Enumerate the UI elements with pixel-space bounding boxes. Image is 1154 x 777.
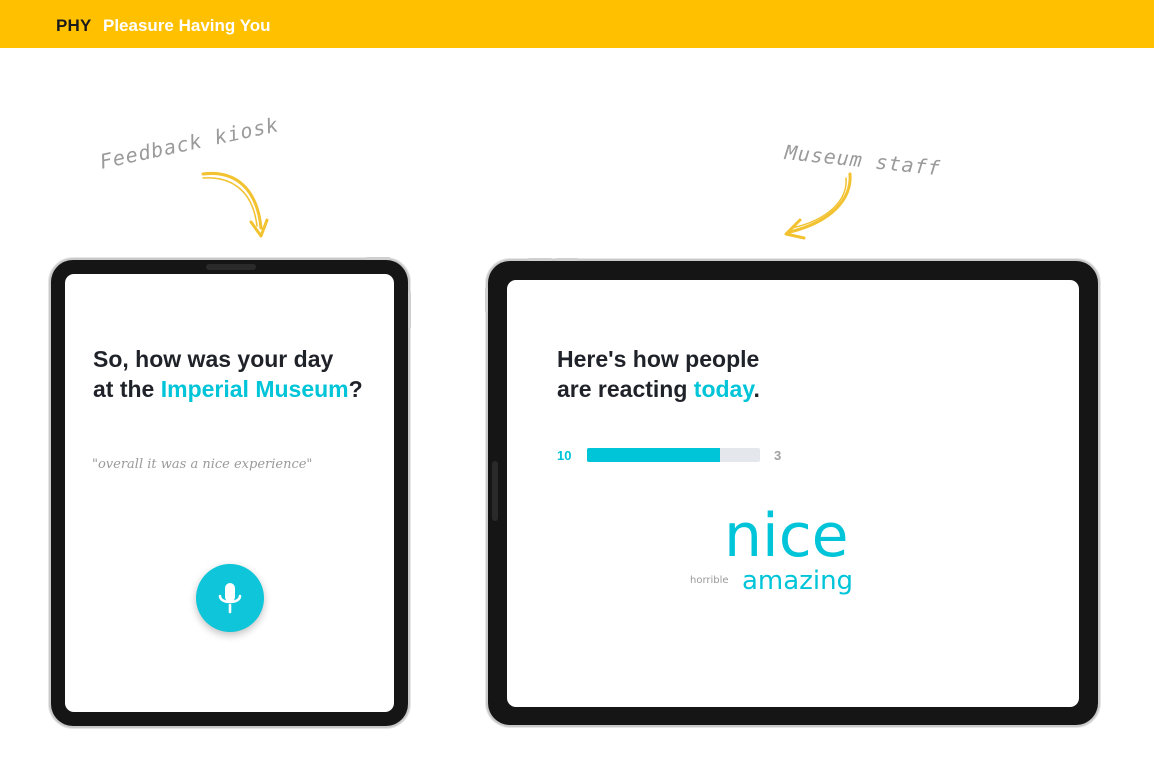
top-navbar: PHY Pleasure Having You xyxy=(0,0,1154,48)
negative-count: 3 xyxy=(774,448,782,463)
word-cloud-term: nice xyxy=(724,501,849,571)
kiosk-top-button xyxy=(366,257,390,260)
microphone-button[interactable] xyxy=(196,564,264,632)
staff-top-button xyxy=(528,258,552,261)
museum-name: Imperial Museum xyxy=(160,376,349,402)
sentiment-bar-fill xyxy=(587,448,721,462)
kiosk-screen: So, how was your day at the Imperial Mus… xyxy=(65,274,394,712)
camera-icon xyxy=(206,264,256,270)
kiosk-tablet: So, how was your day at the Imperial Mus… xyxy=(51,260,408,726)
transcription-quote: "overall it was a nice experience" xyxy=(92,457,313,472)
title-suffix: . xyxy=(753,376,760,402)
staff-side-button xyxy=(485,288,488,312)
brand-logo[interactable]: PHY xyxy=(56,16,92,36)
kiosk-question: So, how was your day at the Imperial Mus… xyxy=(93,344,393,404)
brand-tagline: Pleasure Having You xyxy=(103,16,271,35)
staff-tablet: Here's how people are reacting today. 10… xyxy=(488,261,1098,725)
annotation-feedback-kiosk: Feedback kiosk xyxy=(97,112,282,174)
word-cloud-term: amazing xyxy=(742,566,854,596)
title-line2-prefix: are reacting xyxy=(557,376,694,402)
arrow-right-icon xyxy=(784,172,852,240)
title-line1: Here's how people xyxy=(557,346,760,372)
title-highlight: today xyxy=(693,376,754,402)
question-suffix: ? xyxy=(348,376,363,402)
positive-count: 10 xyxy=(557,448,572,463)
camera-icon xyxy=(492,461,498,521)
dashboard-title: Here's how people are reacting today. xyxy=(557,344,957,404)
question-line2-prefix: at the xyxy=(93,376,161,402)
arrow-left-icon xyxy=(201,171,269,238)
microphone-icon xyxy=(218,583,242,614)
sentiment-bar xyxy=(587,448,760,462)
staff-dashboard-screen: Here's how people are reacting today. 10… xyxy=(507,280,1079,707)
staff-top-button xyxy=(556,258,578,261)
question-line1: So, how was your day xyxy=(93,346,334,372)
word-cloud-term: horrible xyxy=(690,575,729,586)
kiosk-side-button xyxy=(408,292,411,328)
